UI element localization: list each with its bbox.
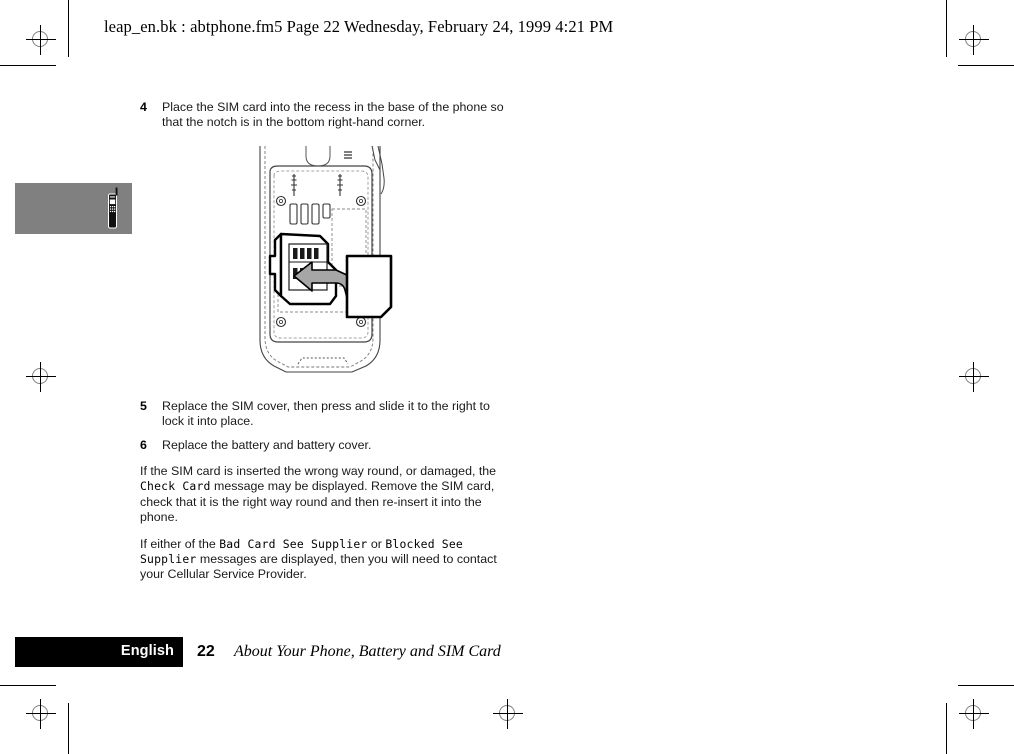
registration-circle bbox=[32, 31, 48, 47]
registration-mark-mid-right bbox=[957, 360, 991, 394]
registration-mark-bottom-left bbox=[24, 697, 58, 731]
lcd-message-text: Bad Card See Supplier bbox=[219, 536, 368, 551]
running-header: leap_en.bk : abtphone.fm5 Page 22 Wednes… bbox=[104, 17, 614, 36]
paragraph-text: If either of the bbox=[140, 536, 220, 551]
crop-line-top-left bbox=[0, 65, 56, 66]
phone-diagram-svg bbox=[259, 145, 393, 373]
footer-page-number: 22 bbox=[197, 643, 215, 660]
step-text: Place the SIM card into the recess in th… bbox=[162, 100, 504, 130]
step-item: 4 Place the SIM card into the recess in … bbox=[140, 100, 512, 131]
mobile-phone-icon bbox=[108, 187, 118, 229]
step-item: 5 Replace the SIM cover, then press and … bbox=[140, 399, 512, 430]
crop-line-left-top bbox=[68, 0, 69, 57]
registration-vline bbox=[507, 699, 508, 729]
registration-hline bbox=[26, 39, 56, 40]
crop-line-bottom-left bbox=[0, 685, 56, 686]
registration-circle bbox=[32, 705, 48, 721]
registration-mark-top-right bbox=[957, 23, 991, 57]
chapter-thumb-tab bbox=[15, 183, 132, 234]
registration-circle bbox=[32, 368, 48, 384]
crop-line-bottom-right bbox=[958, 685, 1014, 686]
registration-hline bbox=[959, 713, 989, 714]
registration-hline bbox=[26, 376, 56, 377]
note-paragraph: If either of the Bad Card See Supplier o… bbox=[140, 537, 512, 583]
step-number: 4 bbox=[140, 100, 147, 114]
registration-vline bbox=[973, 362, 974, 392]
footer-language-bar: English bbox=[15, 637, 183, 667]
step-number: 5 bbox=[140, 398, 147, 413]
registration-vline bbox=[973, 699, 974, 729]
lcd-message-text: Check Card bbox=[140, 479, 211, 494]
registration-hline bbox=[493, 713, 523, 714]
registration-hline bbox=[959, 376, 989, 377]
registration-mark-bottom-right bbox=[957, 697, 991, 731]
registration-hline bbox=[959, 39, 989, 40]
registration-circle bbox=[965, 705, 981, 721]
step-text: Replace the SIM cover, then press and sl… bbox=[162, 398, 490, 429]
registration-circle bbox=[499, 705, 515, 721]
crop-line-right-bottom bbox=[946, 703, 947, 754]
paragraph-text: If the SIM card is inserted the wrong wa… bbox=[140, 464, 497, 479]
registration-mark-bottom-center bbox=[491, 697, 525, 731]
registration-circle bbox=[965, 31, 981, 47]
registration-circle bbox=[965, 368, 981, 384]
crop-line-right-top bbox=[946, 0, 947, 57]
crop-line-top-right bbox=[958, 65, 1014, 66]
step-text: Replace the battery and battery cover. bbox=[162, 437, 372, 452]
paragraph-text: or bbox=[367, 536, 386, 551]
step-number: 6 bbox=[140, 437, 147, 452]
registration-vline bbox=[40, 699, 41, 729]
registration-mark-top-left bbox=[24, 23, 58, 57]
crop-line-left-bottom bbox=[68, 703, 69, 754]
registration-mark-mid-left bbox=[24, 360, 58, 394]
registration-vline bbox=[40, 362, 41, 392]
step-item: 6 Replace the battery and battery cover. bbox=[140, 438, 512, 453]
note-paragraph: If the SIM card is inserted the wrong wa… bbox=[140, 464, 512, 526]
footer-section-title: About Your Phone, Battery and SIM Card bbox=[234, 643, 501, 660]
phone-sim-slot-diagram bbox=[248, 144, 398, 376]
registration-hline bbox=[26, 713, 56, 714]
sim-card-shape bbox=[345, 254, 393, 319]
registration-vline bbox=[973, 25, 974, 55]
registration-vline bbox=[40, 25, 41, 55]
footer-language-label: English bbox=[120, 643, 174, 659]
